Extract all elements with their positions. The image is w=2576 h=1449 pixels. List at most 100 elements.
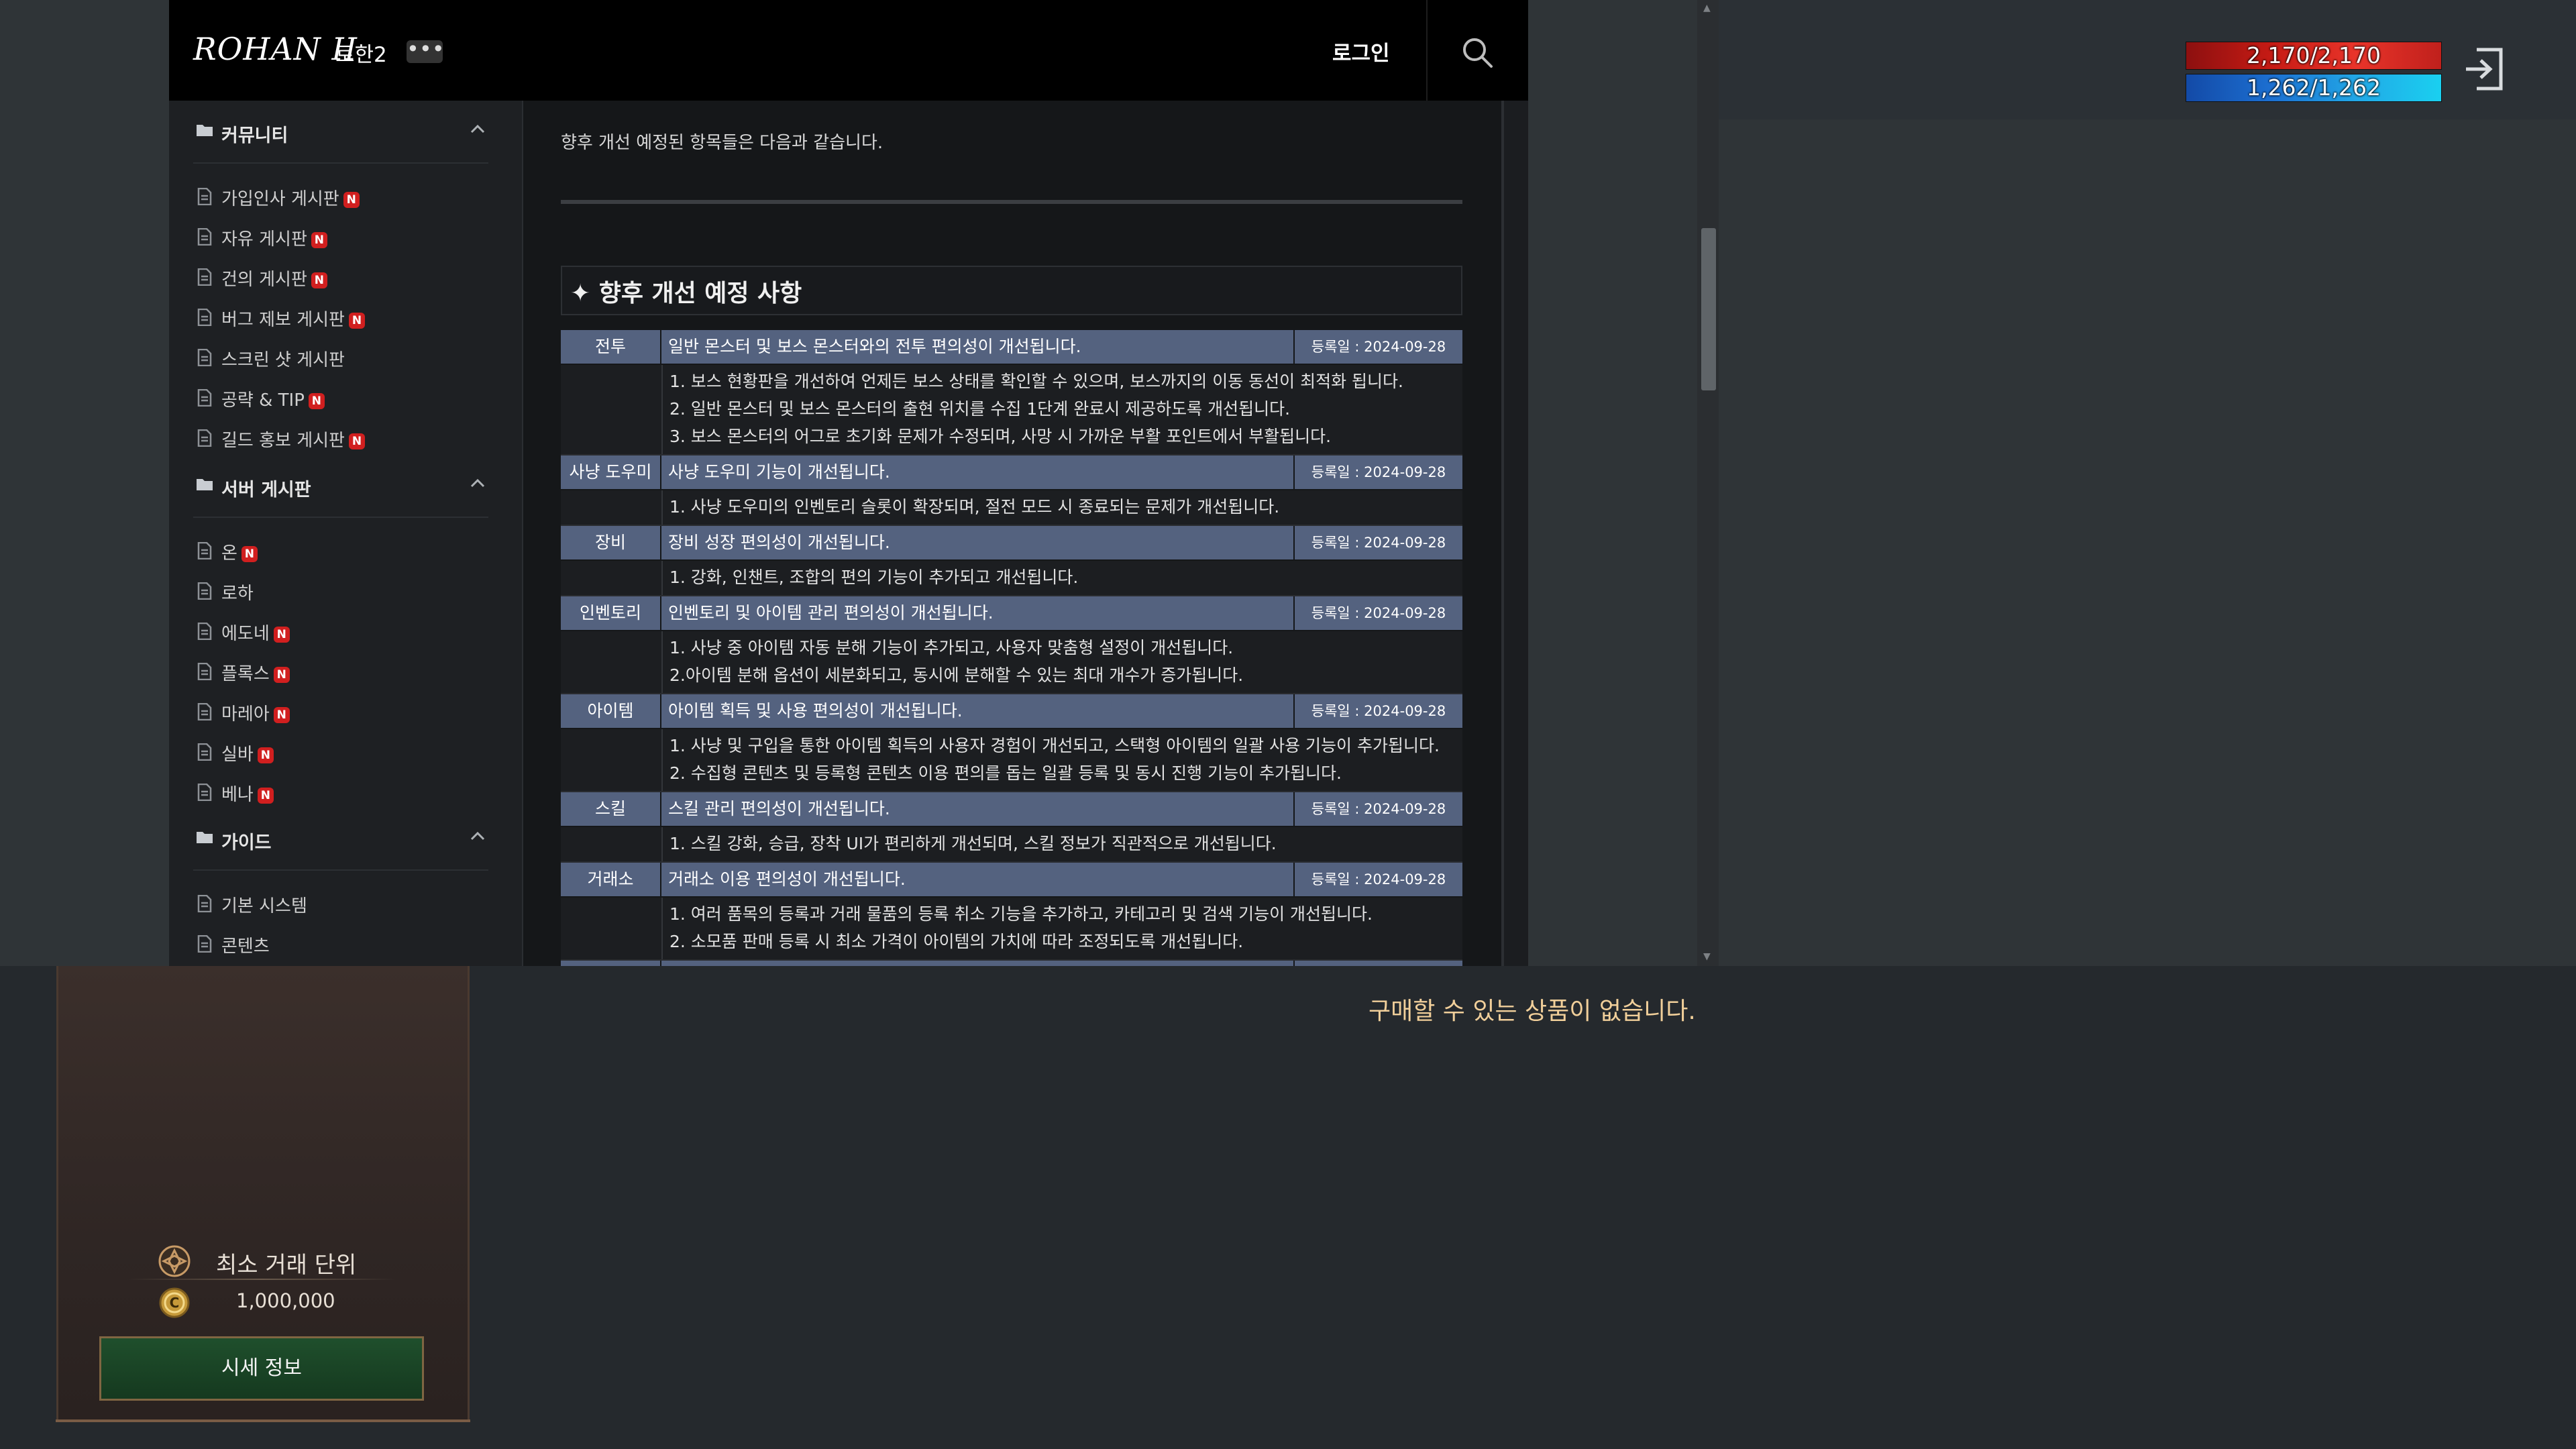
sidebar: 커뮤니티가입인사 게시판 N 자유 게시판 N 건의 게시판 N 버그 제보 게시판 N 스크린… (169, 101, 523, 966)
sidebar-section: 서버 게시판온 N 로하에도네 N 플록스 N 마레아 N 실바 N 베나 N (193, 455, 488, 812)
category-cell: 퀘스트 (561, 961, 661, 966)
sidebar-item[interactable]: 버그 제보 게시판 N (193, 297, 488, 337)
sidebar-item[interactable]: 로하 (193, 570, 488, 610)
sidebar-item[interactable]: 기본 시스템 (193, 883, 488, 923)
document-icon (197, 582, 212, 602)
sidebar-item[interactable]: 길드 홍보 게시판 N (193, 417, 488, 458)
category-cell: 아이템 (561, 694, 661, 728)
detail-line: 1. 사냥 및 구입을 통한 아이템 획득의 사용자 경험이 개선되고, 스택형… (669, 736, 1440, 755)
table-row: 전투 일반 몬스터 및 보스 몬스터와의 전투 편의성이 개선됩니다. 등록일 : … (561, 330, 1462, 365)
improvement-table: 전투 일반 몬스터 및 보스 몬스터와의 전투 편의성이 개선됩니다. 등록일 : … (561, 330, 1462, 966)
sidebar-item-label: 에도네 N (221, 620, 290, 645)
scroll-up-arrow-icon[interactable]: ▲ (1703, 3, 1711, 13)
sidebar-item-label: 자유 게시판 N (221, 225, 327, 250)
sidebar-item-label: 공략 & TIP N (221, 386, 325, 411)
summary-cell: 퀘스트 진행 기능의 편의성이 개선됩니다. (661, 961, 1293, 966)
login-button[interactable]: 로그인 (1332, 36, 1390, 66)
table-row: 아이템 아이템 획득 및 사용 편의성이 개선됩니다. 등록일 : 2024-09-… (561, 694, 1462, 729)
content-area: 향후 개선 예정된 항목들은 다음과 같습니다. ✦ 향후 개선 예정 사항 전… (523, 101, 1504, 966)
detail-row: 1. 사냥 및 구입을 통한 아이템 획득의 사용자 경험이 개선되고, 스택형… (561, 729, 1462, 792)
folder-icon (196, 122, 213, 140)
new-badge: N (273, 627, 290, 643)
detail-row: 1. 강화, 인챈트, 조합의 편의 기능이 추가되고 개선됩니다. (561, 561, 1462, 596)
sidebar-item-label: 길드 홍보 게시판 N (221, 427, 365, 451)
folder-icon (196, 829, 213, 847)
exit-icon[interactable] (2462, 46, 2506, 93)
sidebar-item[interactable]: 온N (193, 530, 488, 570)
detail-line: 1. 사냥 중 아이템 자동 분해 기능이 추가되고, 사용자 맞춤형 설정이 … (669, 638, 1234, 657)
sidebar-item-label: 건의 게시판 N (221, 266, 327, 290)
page-scrollbar[interactable]: ▲ ▼ (1697, 0, 1719, 966)
site-logo[interactable]: ROHAN II (193, 31, 358, 67)
date-cell: 등록일 : 2024-09-28 (1293, 526, 1462, 559)
sidebar-item-label: 베나 N (221, 781, 274, 806)
new-badge: N (241, 546, 258, 562)
sidebar-item[interactable]: 실바 N (193, 731, 488, 771)
scrollbar-thumb[interactable] (1701, 228, 1716, 390)
site-header: ROHAN II 로한2 ••• 로그인 (169, 0, 1528, 101)
summary-cell: 아이템 획득 및 사용 편의성이 개선됩니다. (668, 701, 963, 720)
sidebar-item[interactable]: 공략 & TIP N (193, 377, 488, 417)
date-cell: 등록일 : 2024-09-28 (1293, 694, 1462, 728)
chevron-up-icon[interactable] (470, 123, 486, 137)
detail-line: 1. 강화, 인챈트, 조합의 편의 기능이 추가되고 개선됩니다. (669, 568, 1079, 587)
sidebar-item[interactable]: 가입인사 게시판 N (193, 176, 488, 216)
document-icon (197, 268, 212, 288)
sidebar-item-label: 실바 N (221, 741, 274, 765)
emblem-icon (158, 1245, 191, 1277)
category-cell: 거래소 (561, 863, 661, 896)
scroll-down-arrow-icon[interactable]: ▼ (1703, 951, 1711, 962)
new-badge: N (348, 433, 365, 449)
table-row: 퀘스트퀘스트 진행 기능의 편의성이 개선됩니다.등록일 : 2024-09-2… (561, 961, 1462, 966)
sidebar-item[interactable]: 콘텐츠 (193, 923, 488, 963)
sidebar-section-header[interactable]: 커뮤니티 (193, 101, 488, 164)
more-button[interactable]: ••• (407, 38, 445, 63)
sidebar-section-title: 커뮤니티 (221, 125, 288, 146)
document-icon (197, 894, 212, 915)
category-cell: 사냥 도우미 (561, 455, 661, 489)
hp-bar: 2,170/2,170 (2186, 42, 2442, 70)
new-badge: N (273, 667, 290, 683)
detail-line: 3. 보스 몬스터의 어그로 초기화 문제가 수정되며, 사망 시 가까운 부활… (669, 427, 1332, 446)
document-icon (197, 541, 212, 562)
chevron-up-icon[interactable] (470, 478, 486, 491)
sidebar-item[interactable]: 플록스 N (193, 651, 488, 691)
section-header: ✦ 향후 개선 예정 사항 (561, 266, 1462, 315)
sidebar-section: 가이드기본 시스템 콘텐츠 (193, 808, 488, 963)
summary-cell: 거래소 이용 편의성이 개선됩니다. (668, 869, 906, 889)
sidebar-section-header[interactable]: 서버 게시판 (193, 455, 488, 518)
browser-window: ROHAN II 로한2 ••• 로그인 커뮤니티가입인사 게시판 N 자유 게시판… (169, 0, 1528, 966)
summary-cell: 스킬 관리 편의성이 개선됩니다. (668, 799, 890, 818)
sidebar-item[interactable]: 건의 게시판 N (193, 256, 488, 297)
summary-cell: 장비 성장 편의성이 개선됩니다. (668, 533, 890, 552)
sidebar-item-label: 버그 제보 게시판 N (221, 306, 365, 331)
price-info-button[interactable]: 시세 정보 (99, 1336, 424, 1401)
site-name[interactable]: 로한2 (335, 38, 387, 68)
date-cell: 등록일 : 2024-09-28 (1293, 596, 1462, 630)
content-scroll-rail (1501, 101, 1528, 966)
date-cell: 등록일 : 2024-09-28 (1293, 863, 1462, 896)
sidebar-section: 커뮤니티가입인사 게시판 N 자유 게시판 N 건의 게시판 N 버그 제보 게시판 N 스크린… (193, 101, 488, 458)
sidebar-item[interactable]: 마레아 N (193, 691, 488, 731)
search-icon[interactable] (1460, 35, 1495, 70)
status-bars: 2,170/2,170 1,262/1,262 (2186, 42, 2442, 106)
sidebar-item[interactable]: 에도네 N (193, 610, 488, 651)
date-cell: 등록일 : 2024-09-28 (1293, 792, 1462, 826)
sidebar-item[interactable]: 베나 N (193, 771, 488, 812)
chevron-up-icon[interactable] (470, 830, 486, 844)
detail-line: 1. 사냥 도우미의 인벤토리 슬롯이 확장되며, 절전 모드 시 종료되는 문… (669, 497, 1280, 517)
sidebar-section-header[interactable]: 가이드 (193, 808, 488, 871)
sidebar-item[interactable]: 스크린 샷 게시판 (193, 337, 488, 377)
new-badge: N (348, 313, 365, 329)
document-icon (197, 308, 212, 329)
sidebar-item[interactable]: 자유 게시판 N (193, 216, 488, 256)
detail-line: 1. 여러 품목의 등록과 거래 물품의 등록 취소 기능을 추가하고, 카테고… (669, 904, 1373, 924)
detail-row: 1. 여러 품목의 등록과 거래 물품의 등록 취소 기능을 추가하고, 카테고… (561, 898, 1462, 961)
detail-row: 1. 사냥 중 아이템 자동 분해 기능이 추가되고, 사용자 맞춤형 설정이 … (561, 631, 1462, 694)
section-title: ✦ 향후 개선 예정 사항 (570, 280, 802, 307)
detail-row: 1. 보스 현황판을 개선하여 언제든 보스 상태를 확인할 수 있으며, 보스… (561, 365, 1462, 455)
sidebar-section-title: 서버 게시판 (221, 480, 311, 500)
detail-line: 1. 스킬 강화, 승급, 장착 UI가 편리하게 개선되며, 스킬 정보가 직… (669, 834, 1277, 853)
new-badge: N (343, 192, 360, 208)
detail-line: 2. 수집형 콘텐츠 및 등록형 콘텐츠 이용 편의를 돕는 일괄 등록 및 동… (669, 763, 1342, 783)
